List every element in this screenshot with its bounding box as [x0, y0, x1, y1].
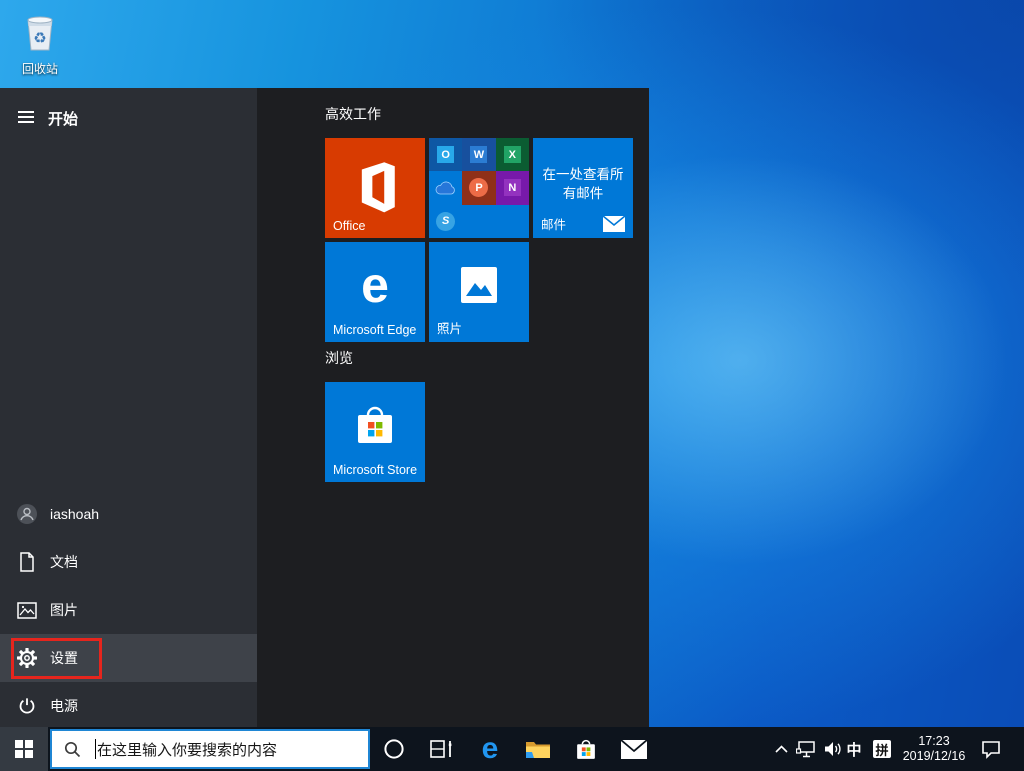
search-placeholder-text: 在这里输入你要搜索的内容 [97, 739, 277, 760]
taskbar-edge-button[interactable]: e [466, 727, 514, 771]
tray-action-center[interactable] [976, 727, 1006, 771]
rail-item-pictures[interactable]: 图片 [0, 586, 257, 634]
tile-office[interactable]: Office [325, 138, 425, 238]
taskbar: 在这里输入你要搜索的内容 e [0, 727, 1024, 771]
tile-edge[interactable]: e Microsoft Edge [325, 242, 425, 342]
tray-show-hidden-icons[interactable] [770, 727, 792, 771]
clock-time: 17:23 [895, 734, 973, 749]
user-avatar-icon [16, 503, 38, 525]
tile-mail[interactable]: 在一处查看所有邮件 邮件 [533, 138, 633, 238]
cortana-icon [383, 738, 405, 760]
tray-ime-language[interactable]: 中 [842, 727, 866, 771]
word-icon: W [462, 138, 495, 171]
tile-office-label: Office [333, 219, 365, 233]
tile-photos[interactable]: 照片 [429, 242, 529, 342]
rail-item-pictures-label: 图片 [50, 600, 78, 620]
taskbar-task-view-button[interactable] [418, 727, 466, 771]
recycle-bin-shortcut[interactable]: ♻ 回收站 [14, 10, 66, 77]
annotation-highlight-box-settings [11, 638, 102, 679]
rail-item-power[interactable]: 电源 [0, 682, 257, 730]
start-button[interactable] [0, 727, 48, 771]
search-icon [64, 741, 81, 758]
pinyin-mode-icon: 拼 [873, 740, 891, 758]
tray-network[interactable] [793, 727, 819, 771]
document-icon [16, 551, 38, 573]
speaker-icon [824, 741, 843, 757]
tile-edge-label: Microsoft Edge [333, 323, 416, 337]
power-icon [16, 695, 38, 717]
tile-photos-label: 照片 [437, 318, 462, 337]
text-caret [95, 739, 96, 759]
taskbar-file-explorer-button[interactable] [514, 727, 562, 771]
svg-text:♻: ♻ [33, 30, 46, 47]
taskbar-cortana-button[interactable] [370, 727, 418, 771]
edge-icon: e [482, 734, 499, 764]
windows-logo-icon [15, 740, 33, 758]
store-icon [574, 738, 598, 761]
mail-icon [621, 740, 647, 759]
start-menu-title: 开始 [48, 108, 78, 129]
mail-tile-message: 在一处查看所有邮件 [537, 165, 629, 203]
tile-store-label: Microsoft Store [333, 463, 417, 477]
tile-store[interactable]: Microsoft Store [325, 382, 425, 482]
tile-mail-label: 邮件 [541, 214, 566, 233]
taskbar-store-button[interactable] [562, 727, 610, 771]
onedrive-icon [429, 171, 462, 204]
onenote-icon: N [496, 171, 529, 204]
skype-icon: S [429, 205, 462, 238]
edge-logo-icon: e [361, 260, 389, 310]
taskbar-search-input[interactable]: 在这里输入你要搜索的内容 [50, 729, 370, 769]
office-logo-icon [346, 159, 404, 217]
taskbar-mail-button[interactable] [610, 727, 658, 771]
action-center-icon [981, 740, 1001, 759]
network-icon [796, 741, 817, 758]
start-menu: 开始 iashoah 文档 图片 [0, 88, 649, 727]
rail-item-documents[interactable]: 文档 [0, 538, 257, 586]
hamburger-menu-icon[interactable] [18, 111, 34, 123]
group-title-browse: 浏览 [325, 348, 353, 368]
rail-item-documents-label: 文档 [50, 552, 78, 572]
tray-clock[interactable]: 17:23 2019/12/16 [894, 727, 974, 771]
photos-icon [458, 264, 500, 306]
tray-ime-mode[interactable]: 拼 [870, 727, 894, 771]
start-menu-rail: 开始 iashoah 文档 图片 [0, 88, 257, 727]
file-explorer-icon [525, 738, 551, 760]
task-view-icon [430, 739, 454, 759]
recycle-bin-label: 回收站 [14, 60, 66, 77]
rail-item-user[interactable]: iashoah [0, 490, 257, 538]
rail-item-user-label: iashoah [50, 506, 99, 522]
mail-envelope-icon [603, 216, 625, 232]
outlook-icon: O [429, 138, 462, 171]
store-bag-icon [352, 403, 398, 447]
recycle-bin-icon: ♻ [20, 10, 60, 54]
pictures-icon [16, 599, 38, 621]
group-title-productivity: 高效工作 [325, 104, 381, 124]
chevron-up-icon [775, 745, 788, 753]
excel-icon: X [496, 138, 529, 171]
clock-date: 2019/12/16 [895, 749, 973, 764]
powerpoint-icon: P [462, 171, 495, 204]
tile-office-suite[interactable]: O W X P N S [429, 138, 529, 238]
rail-item-power-label: 电源 [50, 696, 78, 716]
